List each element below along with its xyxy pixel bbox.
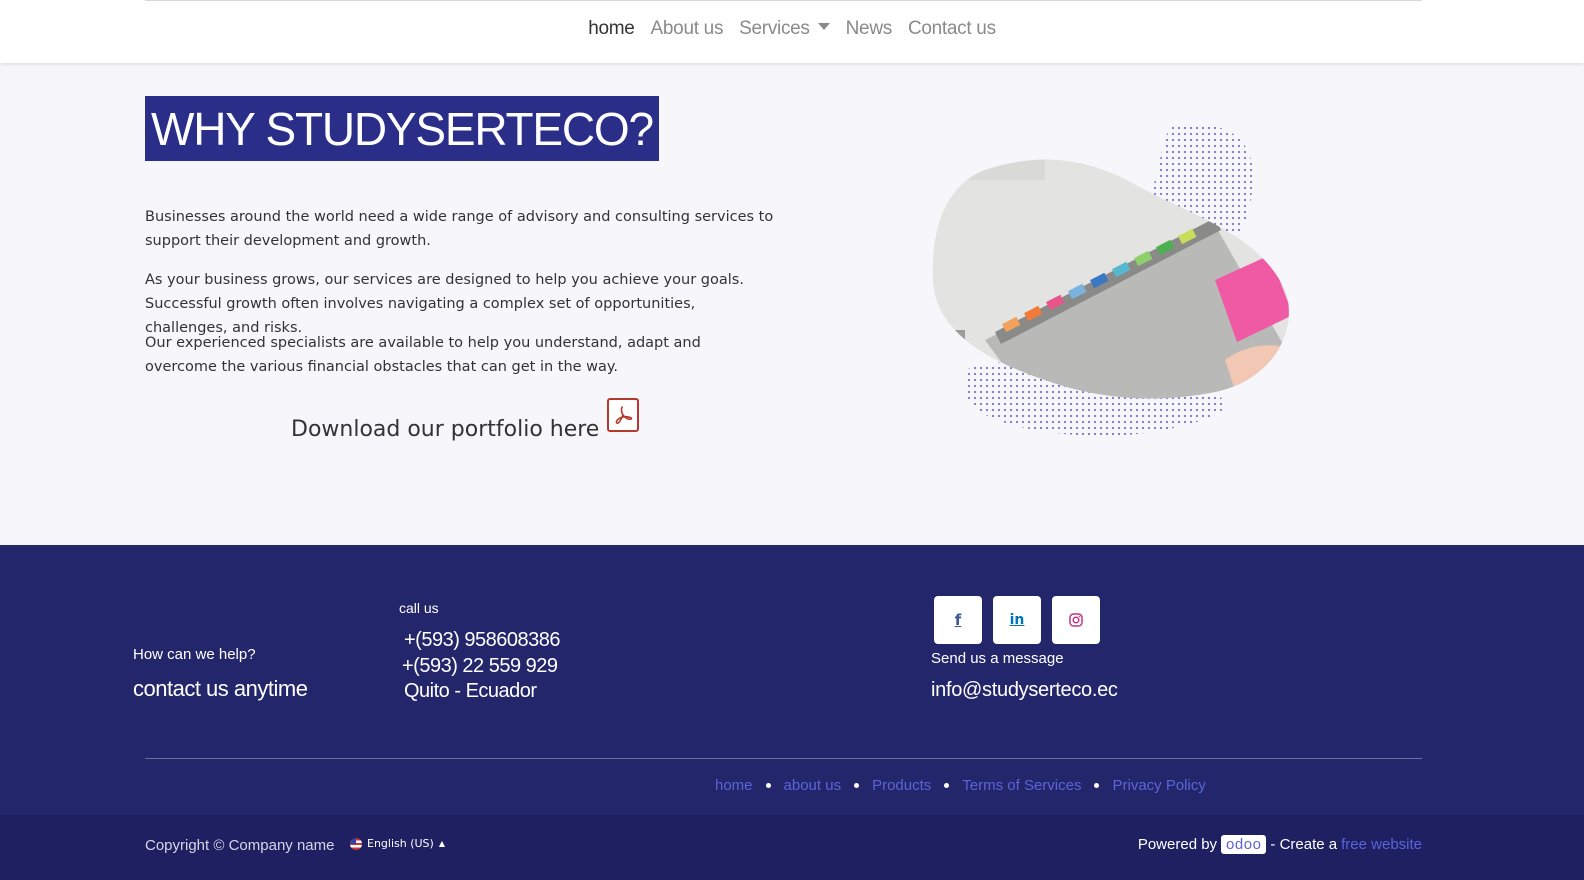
nav-item-about[interactable]: About us bbox=[651, 18, 724, 40]
copyright-text: Copyright © Company name bbox=[145, 837, 335, 854]
nav-item-news[interactable]: News bbox=[846, 18, 893, 40]
nav-item-contact[interactable]: Contact us bbox=[908, 18, 996, 40]
main-menu: home About us Services News Contact us bbox=[0, 18, 1584, 40]
powered-by-label: Powered by bbox=[1137, 836, 1218, 853]
bullet-separator bbox=[944, 783, 950, 788]
linkedin-icon[interactable]: in bbox=[993, 596, 1041, 644]
copyright-bar: Copyright © Company name English (US) ▲ … bbox=[0, 815, 1584, 880]
chevron-down-icon bbox=[817, 23, 830, 31]
footer-links: home about us Products Terms of Services… bbox=[715, 777, 1206, 794]
bullet-separator bbox=[854, 783, 860, 788]
call-us-label: call us bbox=[399, 600, 439, 616]
powered-by: Powered by odoo - Create a free website bbox=[1138, 835, 1422, 854]
nav-item-services-label: Services bbox=[739, 18, 810, 39]
pdf-icon[interactable] bbox=[607, 398, 640, 432]
footer-link-privacy[interactable]: Privacy Policy bbox=[1112, 777, 1205, 794]
download-portfolio: Download our portfolio here bbox=[291, 398, 640, 442]
phone-number-2: +(593) 22 559 929 bbox=[402, 655, 558, 677]
footer-link-home[interactable]: home bbox=[715, 777, 753, 794]
instagram-icon[interactable] bbox=[1052, 596, 1100, 644]
location-text: Quito - Ecuador bbox=[404, 680, 537, 702]
footer-divider bbox=[145, 758, 1422, 759]
email-link[interactable]: info@studyserteco.ec bbox=[931, 679, 1118, 702]
help-label: How can we help? bbox=[133, 646, 256, 663]
footer-link-about[interactable]: about us bbox=[784, 777, 842, 794]
language-label: English (US) bbox=[367, 837, 434, 850]
navbar-top-divider bbox=[145, 0, 1422, 1]
create-label: - Create a bbox=[1270, 836, 1338, 853]
footer: How can we help? contact us anytime call… bbox=[0, 545, 1584, 815]
language-selector[interactable]: English (US) ▲ bbox=[350, 837, 445, 850]
social-links: f in bbox=[934, 596, 1100, 644]
page-title: WHY STUDYSERTECO? bbox=[151, 102, 654, 155]
intro-paragraph-1: Businesses around the world need a wide … bbox=[145, 209, 774, 249]
caret-up-icon: ▲ bbox=[438, 839, 445, 848]
section-title-box: WHY STUDYSERTECO? bbox=[145, 96, 659, 161]
contact-anytime-link[interactable]: contact us anytime bbox=[133, 676, 308, 702]
footer-link-products[interactable]: Products bbox=[872, 777, 931, 794]
send-message-label: Send us a message bbox=[931, 650, 1064, 667]
bullet-separator bbox=[765, 783, 771, 788]
facebook-icon[interactable]: f bbox=[934, 596, 982, 644]
odoo-logo[interactable]: odoo bbox=[1221, 835, 1267, 854]
phone-number-1: +(593) 958608386 bbox=[404, 629, 561, 651]
nav-item-services[interactable]: Services bbox=[739, 18, 830, 40]
bullet-separator bbox=[1094, 783, 1100, 788]
us-flag-icon bbox=[350, 837, 362, 850]
intro-paragraph-2: As your business grows, our services are… bbox=[145, 272, 744, 336]
office-calendar-image bbox=[925, 120, 1305, 450]
top-navbar: home About us Services News Contact us bbox=[0, 0, 1584, 63]
nav-item-home[interactable]: home bbox=[588, 18, 635, 40]
intro-paragraph-3: Our experienced specialists are availabl… bbox=[145, 335, 701, 375]
download-portfolio-label: Download our portfolio here bbox=[291, 417, 600, 442]
free-website-link[interactable]: free website bbox=[1341, 836, 1422, 853]
footer-link-terms[interactable]: Terms of Services bbox=[962, 777, 1081, 794]
